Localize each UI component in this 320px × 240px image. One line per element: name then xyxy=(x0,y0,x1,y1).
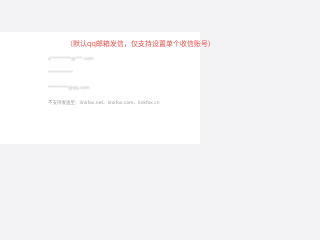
notice-text: （默认qq邮箱发信，仅支持设置单个收信账号） xyxy=(66,40,215,48)
page: （默认qq邮箱发信，仅支持设置单个收信账号） a*********@***.co… xyxy=(0,0,215,200)
email-item: *********@qq.com xyxy=(48,86,90,91)
domain-restriction-text: 不支持发送至：linkfox.net、linkfox.com、linkfox.c… xyxy=(48,101,160,106)
email-item: a*********@***.com xyxy=(48,57,94,62)
footer-background xyxy=(0,144,200,200)
email-item: *********** xyxy=(48,71,73,76)
